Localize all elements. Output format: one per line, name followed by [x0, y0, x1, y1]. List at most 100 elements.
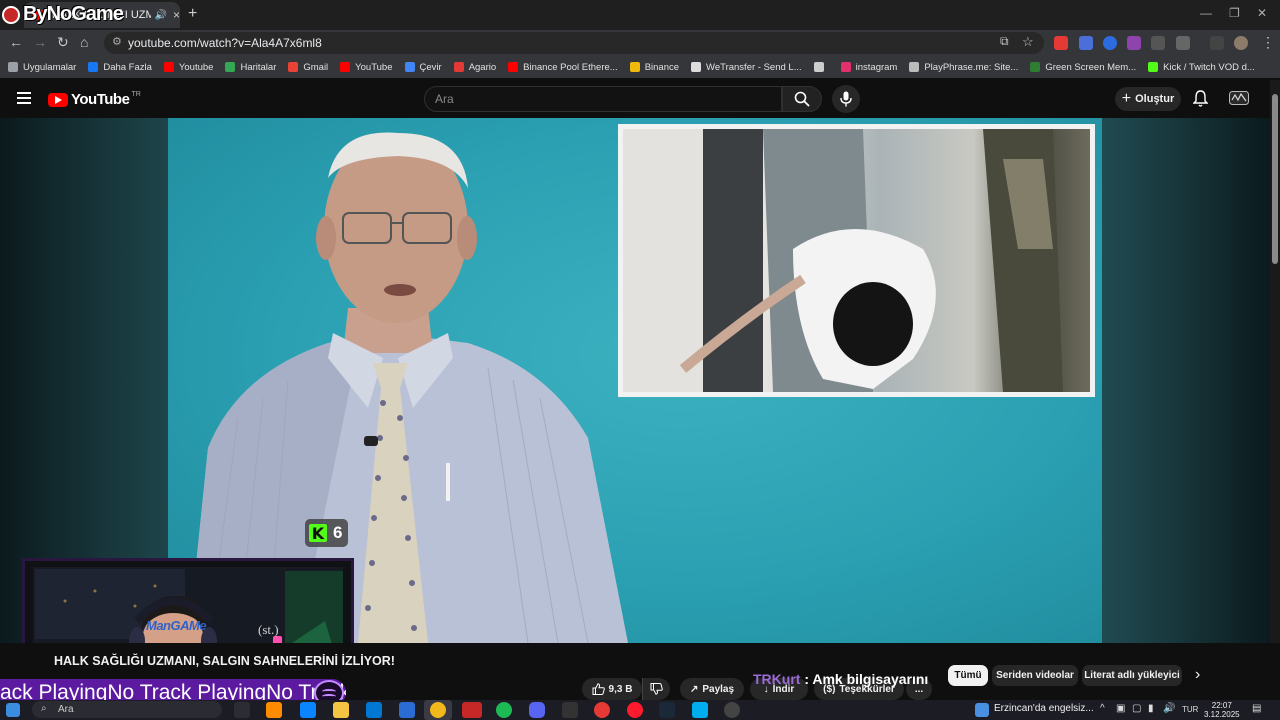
bookmark-item[interactable]: Green Screen Mem... — [1030, 62, 1136, 73]
reload-icon[interactable]: ↻ — [57, 34, 69, 51]
install-app-icon[interactable]: ⧉ — [1000, 34, 1009, 49]
chip-series[interactable]: Seriden videolar — [992, 665, 1078, 686]
chip-all[interactable]: Tümü — [948, 665, 988, 686]
forward-icon[interactable]: → — [33, 34, 47, 50]
bookmark-item[interactable]: Agario — [453, 62, 496, 73]
inset-scene-figures — [623, 129, 1063, 392]
kick-follower-badge: K 6 — [305, 519, 349, 547]
bookmark-item[interactable]: Çevir — [404, 62, 442, 73]
tray-app2-icon[interactable]: ▢ — [1132, 703, 1141, 714]
bookmark-item[interactable]: instagram — [840, 62, 897, 73]
instagram-icon — [840, 62, 851, 72]
share-button[interactable]: ↗ Paylaş — [680, 678, 744, 700]
weather-icon[interactable] — [975, 703, 989, 717]
like-button[interactable]: 9,3 B — [582, 678, 642, 700]
minimize-icon[interactable]: — — [1200, 6, 1212, 20]
volume-icon[interactable]: 🔊 — [1163, 703, 1175, 714]
chat-username: TRKurt — [753, 671, 801, 687]
new-tab-button[interactable]: + — [188, 5, 197, 23]
store-icon[interactable] — [366, 702, 382, 718]
bookmark-item[interactable]: Haritalar — [225, 62, 276, 73]
bookmark-item[interactable]: Binance — [629, 62, 679, 73]
app-dark-icon[interactable] — [562, 702, 578, 718]
bookmark-item[interactable]: Gmail — [288, 62, 328, 73]
voice-search-button[interactable] — [832, 85, 860, 113]
input-language[interactable]: TUR — [1182, 705, 1198, 714]
app-red-icon[interactable] — [462, 702, 482, 718]
discord-icon[interactable] — [529, 702, 545, 718]
tab-strip: HALK SAĞLIĞI UZMANI, SA 🔊 × + — ❐ ✕ — [0, 0, 1280, 30]
bookmark-label: Green Screen Mem... — [1045, 61, 1137, 73]
notifications-bell-icon[interactable] — [1193, 90, 1208, 107]
account-avatar-icon[interactable] — [1229, 91, 1249, 105]
bookmark-label: WeTransfer - Send L... — [706, 61, 802, 73]
chrome-icon[interactable] — [430, 702, 446, 718]
search-button[interactable] — [782, 86, 822, 112]
bookmarks-bar: Uygulamalar Daha Fazla Youtube Haritalar Gma… — [0, 56, 1280, 78]
page-scrollbar[interactable] — [1270, 80, 1280, 643]
taskbar-search[interactable]: ⌕ Ara — [32, 701, 222, 718]
tray-overflow-icon[interactable]: ^ — [1100, 703, 1105, 714]
dislike-button[interactable] — [642, 678, 670, 700]
search-input[interactable]: Ara — [424, 86, 782, 112]
app-red-circle-icon[interactable] — [594, 702, 610, 718]
bookmark-item[interactable]: YouTube — [340, 61, 393, 73]
extension-pen-icon[interactable] — [1127, 36, 1141, 50]
clock[interactable]: 22:07 3.12.2025 — [1204, 701, 1240, 719]
bookmark-item[interactable]: Daha Fazla — [88, 62, 152, 73]
task-view-icon[interactable] — [234, 702, 250, 718]
file-explorer-icon[interactable] — [333, 702, 349, 718]
steam-icon[interactable] — [659, 702, 675, 718]
restore-icon[interactable]: ❐ — [1229, 6, 1240, 20]
start-icon[interactable] — [6, 703, 20, 717]
bookmark-item[interactable]: Uygulamalar — [8, 62, 76, 73]
tray-mic-icon[interactable]: ▮ — [1148, 703, 1154, 714]
spotify-taskbar-icon[interactable] — [496, 702, 512, 718]
menu-kebab-icon[interactable]: ⋮ — [1261, 34, 1275, 51]
extension-translate-icon[interactable] — [1079, 36, 1093, 50]
bookmark-item[interactable]: WeTransfer - Send L... — [691, 62, 802, 73]
youtube-logo[interactable]: YouTube TR — [48, 91, 141, 108]
bookmark-item[interactable] — [813, 62, 829, 72]
bookmark-label: YouTube — [355, 61, 393, 73]
app-blue-icon[interactable] — [692, 702, 708, 718]
profile-avatar[interactable] — [1234, 36, 1248, 50]
tray-app-icon[interactable]: ▣ — [1116, 703, 1125, 714]
kick-badge-count: 6 — [333, 523, 343, 542]
weather-text[interactable]: Erzincan'da engelsiz... — [994, 703, 1094, 714]
video-player[interactable]: K 6 ManGAMe (st.) — [0, 118, 1270, 643]
watermark-text: ByNoGame — [23, 3, 124, 25]
address-bar[interactable]: ⚙ youtube.com/watch?v=Ala4A7x6ml8 — [104, 32, 1044, 54]
notifications-icon[interactable]: ▤ — [1252, 703, 1261, 714]
extension-audio-icon[interactable] — [1103, 36, 1117, 50]
bookmark-item[interactable]: PlayPhrase.me: Site... — [909, 62, 1018, 73]
back-icon[interactable]: ← — [9, 34, 23, 50]
extensions-puzzle-icon[interactable] — [1176, 36, 1190, 50]
speaker-icon[interactable]: 🔊 — [155, 10, 167, 21]
bookmark-item[interactable]: Kick / Twitch VOD d... — [1148, 62, 1255, 73]
opera-icon[interactable] — [627, 702, 643, 718]
chevron-right-icon[interactable]: › — [1195, 666, 1200, 684]
app-edge-icon[interactable] — [300, 702, 316, 718]
hamburger-menu-icon[interactable] — [17, 92, 31, 104]
home-icon[interactable]: ⌂ — [80, 34, 88, 50]
bookmark-star-icon[interactable]: ☆ — [1022, 34, 1034, 50]
extension-screenshot-icon[interactable] — [1151, 36, 1165, 50]
bookmark-item[interactable]: Youtube — [163, 62, 213, 73]
close-tab-icon[interactable]: × — [173, 8, 180, 22]
chip-uploader[interactable]: Literat adlı yükleyici — [1082, 665, 1182, 686]
document-icon — [813, 62, 824, 72]
site-info-icon[interactable]: ⚙ — [112, 35, 122, 48]
outlook-icon[interactable] — [399, 702, 415, 718]
bookmark-item[interactable]: Binance Pool Ethere... — [508, 62, 618, 73]
wetransfer-icon — [691, 62, 702, 72]
kick-icon — [1148, 62, 1159, 72]
close-window-icon[interactable]: ✕ — [1257, 6, 1267, 20]
extension-new-icon[interactable] — [1054, 36, 1068, 50]
media-controls-icon[interactable] — [1210, 36, 1224, 50]
scrollbar-thumb[interactable] — [1272, 94, 1278, 264]
create-button[interactable]: + Oluştur — [1115, 87, 1181, 111]
taskbar: ⌕ Ara Erzincan'da engelsiz... ^ ▣ ▢ ▮ 🔊 … — [0, 700, 1280, 720]
obs-icon[interactable] — [724, 702, 740, 718]
app-orange-icon[interactable] — [266, 702, 282, 718]
